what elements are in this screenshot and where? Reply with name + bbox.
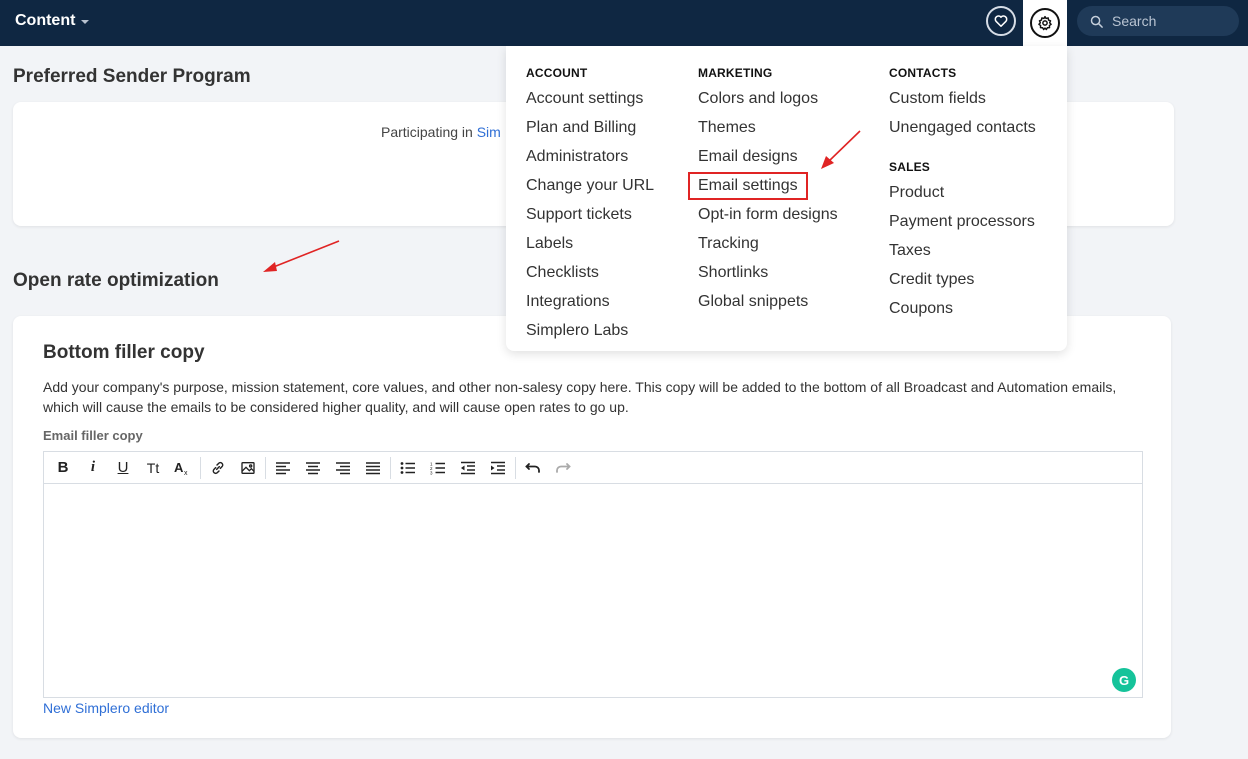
filler-description: Add your company's purpose, mission stat… [43, 379, 1117, 415]
settings-button[interactable] [1023, 0, 1067, 46]
align-center-button[interactable] [298, 453, 328, 483]
favorites-button[interactable] [986, 6, 1016, 36]
outdent-button[interactable] [453, 453, 483, 483]
menu-item-shortlinks[interactable]: Shortlinks [698, 258, 838, 287]
caret-down-icon [81, 20, 90, 24]
insert-link-button[interactable] [203, 453, 233, 483]
filler-rich-text-editor: B i U Tt Ax 1 2 3 G [43, 451, 1143, 698]
insert-image-button[interactable] [233, 453, 263, 483]
annotation-arrow-icon [821, 130, 861, 169]
heart-icon [994, 15, 1008, 28]
menu-item-change-url[interactable]: Change your URL [526, 171, 654, 200]
content-menu-toggle[interactable]: Content [15, 12, 90, 30]
account-column: ACCOUNT Account settings Plan and Billin… [526, 66, 654, 345]
participating-program-link[interactable]: Sim [477, 124, 501, 140]
bullet-list-icon [400, 461, 415, 474]
clear-format-button[interactable]: Ax [168, 453, 198, 483]
menu-item-labels[interactable]: Labels [526, 229, 654, 258]
menu-item-product[interactable]: Product [889, 178, 1036, 207]
text-size-button[interactable]: Tt [138, 453, 168, 483]
search-input[interactable] [1112, 13, 1232, 29]
menu-item-simplero-labs[interactable]: Simplero Labs [526, 316, 654, 345]
editor-toolbar: B i U Tt Ax 1 2 3 [44, 452, 1142, 484]
brand-title: Content [15, 12, 76, 29]
menu-item-email-designs[interactable]: Email designs [698, 142, 838, 171]
account-heading: ACCOUNT [526, 66, 588, 80]
settings-dropdown-menu: ACCOUNT Account settings Plan and Billin… [506, 46, 1067, 351]
toolbar-divider [265, 456, 266, 479]
top-navigation-bar: Content [0, 0, 1248, 46]
annotation-arrow-icon [263, 240, 340, 272]
align-left-icon [276, 461, 290, 474]
bold-button[interactable]: B [48, 453, 78, 483]
menu-item-custom-fields[interactable]: Custom fields [889, 84, 1036, 113]
marketing-heading: MARKETING [698, 66, 773, 80]
numbered-list-button[interactable]: 123 [423, 453, 453, 483]
menu-item-coupons[interactable]: Coupons [889, 294, 1036, 323]
search-icon [1090, 15, 1103, 28]
menu-item-credit-types[interactable]: Credit types [889, 265, 1036, 294]
indent-button[interactable] [483, 453, 513, 483]
menu-item-checklists[interactable]: Checklists [526, 258, 654, 287]
align-left-button[interactable] [268, 453, 298, 483]
link-icon [212, 461, 224, 474]
numbered-list-icon: 123 [430, 461, 445, 475]
image-icon [241, 461, 255, 474]
filler-field-label: Email filler copy [43, 428, 143, 443]
menu-item-integrations[interactable]: Integrations [526, 287, 654, 316]
filler-heading: Bottom filler copy [43, 342, 205, 363]
open-rate-title: Open rate optimization [13, 270, 219, 291]
redo-icon [556, 462, 571, 473]
toolbar-divider [515, 456, 516, 479]
italic-button[interactable]: i [78, 453, 108, 483]
menu-item-colors-logos[interactable]: Colors and logos [698, 84, 838, 113]
menu-item-payment-processors[interactable]: Payment processors [889, 207, 1036, 236]
toolbar-divider [200, 456, 201, 479]
underline-button[interactable]: U [108, 453, 138, 483]
menu-item-optin-form-designs[interactable]: Opt-in form designs [698, 200, 838, 229]
editor-content-area[interactable] [44, 484, 1142, 697]
participating-text: Participating in Sim [381, 124, 501, 140]
menu-item-account-settings[interactable]: Account settings [526, 84, 654, 113]
bottom-filler-card: Bottom filler copy Add your company's pu… [13, 316, 1171, 738]
undo-icon [525, 462, 540, 473]
sales-heading: SALES [889, 160, 931, 174]
preferred-sender-title: Preferred Sender Program [13, 66, 251, 87]
indent-icon [491, 461, 505, 474]
toolbar-divider [390, 456, 391, 479]
justify-button[interactable] [358, 453, 388, 483]
svg-text:A: A [174, 460, 184, 475]
settings-button-ring [1030, 8, 1060, 38]
svg-text:3: 3 [430, 470, 433, 475]
gear-icon [1038, 15, 1052, 31]
align-right-icon [336, 461, 350, 474]
menu-item-email-settings[interactable]: Email settings [688, 172, 808, 200]
bullet-list-button[interactable] [393, 453, 423, 483]
align-right-button[interactable] [328, 453, 358, 483]
search-box [1077, 6, 1239, 36]
undo-button[interactable] [518, 453, 548, 483]
outdent-icon [461, 461, 475, 474]
menu-item-support-tickets[interactable]: Support tickets [526, 200, 654, 229]
marketing-column: MARKETING Colors and logos Themes Email … [688, 66, 838, 316]
contacts-sales-column: CONTACTS Custom fields Unengaged contact… [889, 66, 1036, 323]
menu-item-global-snippets[interactable]: Global snippets [698, 287, 838, 316]
new-editor-link[interactable]: New Simplero editor [43, 700, 169, 716]
redo-button[interactable] [548, 453, 578, 483]
menu-item-unengaged-contacts[interactable]: Unengaged contacts [889, 113, 1036, 142]
menu-item-taxes[interactable]: Taxes [889, 236, 1036, 265]
grammarly-icon[interactable]: G [1112, 668, 1136, 692]
menu-item-tracking[interactable]: Tracking [698, 229, 838, 258]
menu-item-email-settings-row: Email settings [688, 171, 838, 200]
menu-item-administrators[interactable]: Administrators [526, 142, 654, 171]
contacts-heading: CONTACTS [889, 66, 957, 80]
align-center-icon [306, 461, 320, 474]
menu-item-plan-billing[interactable]: Plan and Billing [526, 113, 654, 142]
participating-prefix: Participating in [381, 124, 473, 140]
justify-icon [366, 461, 380, 474]
menu-item-themes[interactable]: Themes [698, 113, 838, 142]
clear-format-icon: Ax [174, 460, 188, 476]
svg-text:x: x [184, 470, 188, 476]
